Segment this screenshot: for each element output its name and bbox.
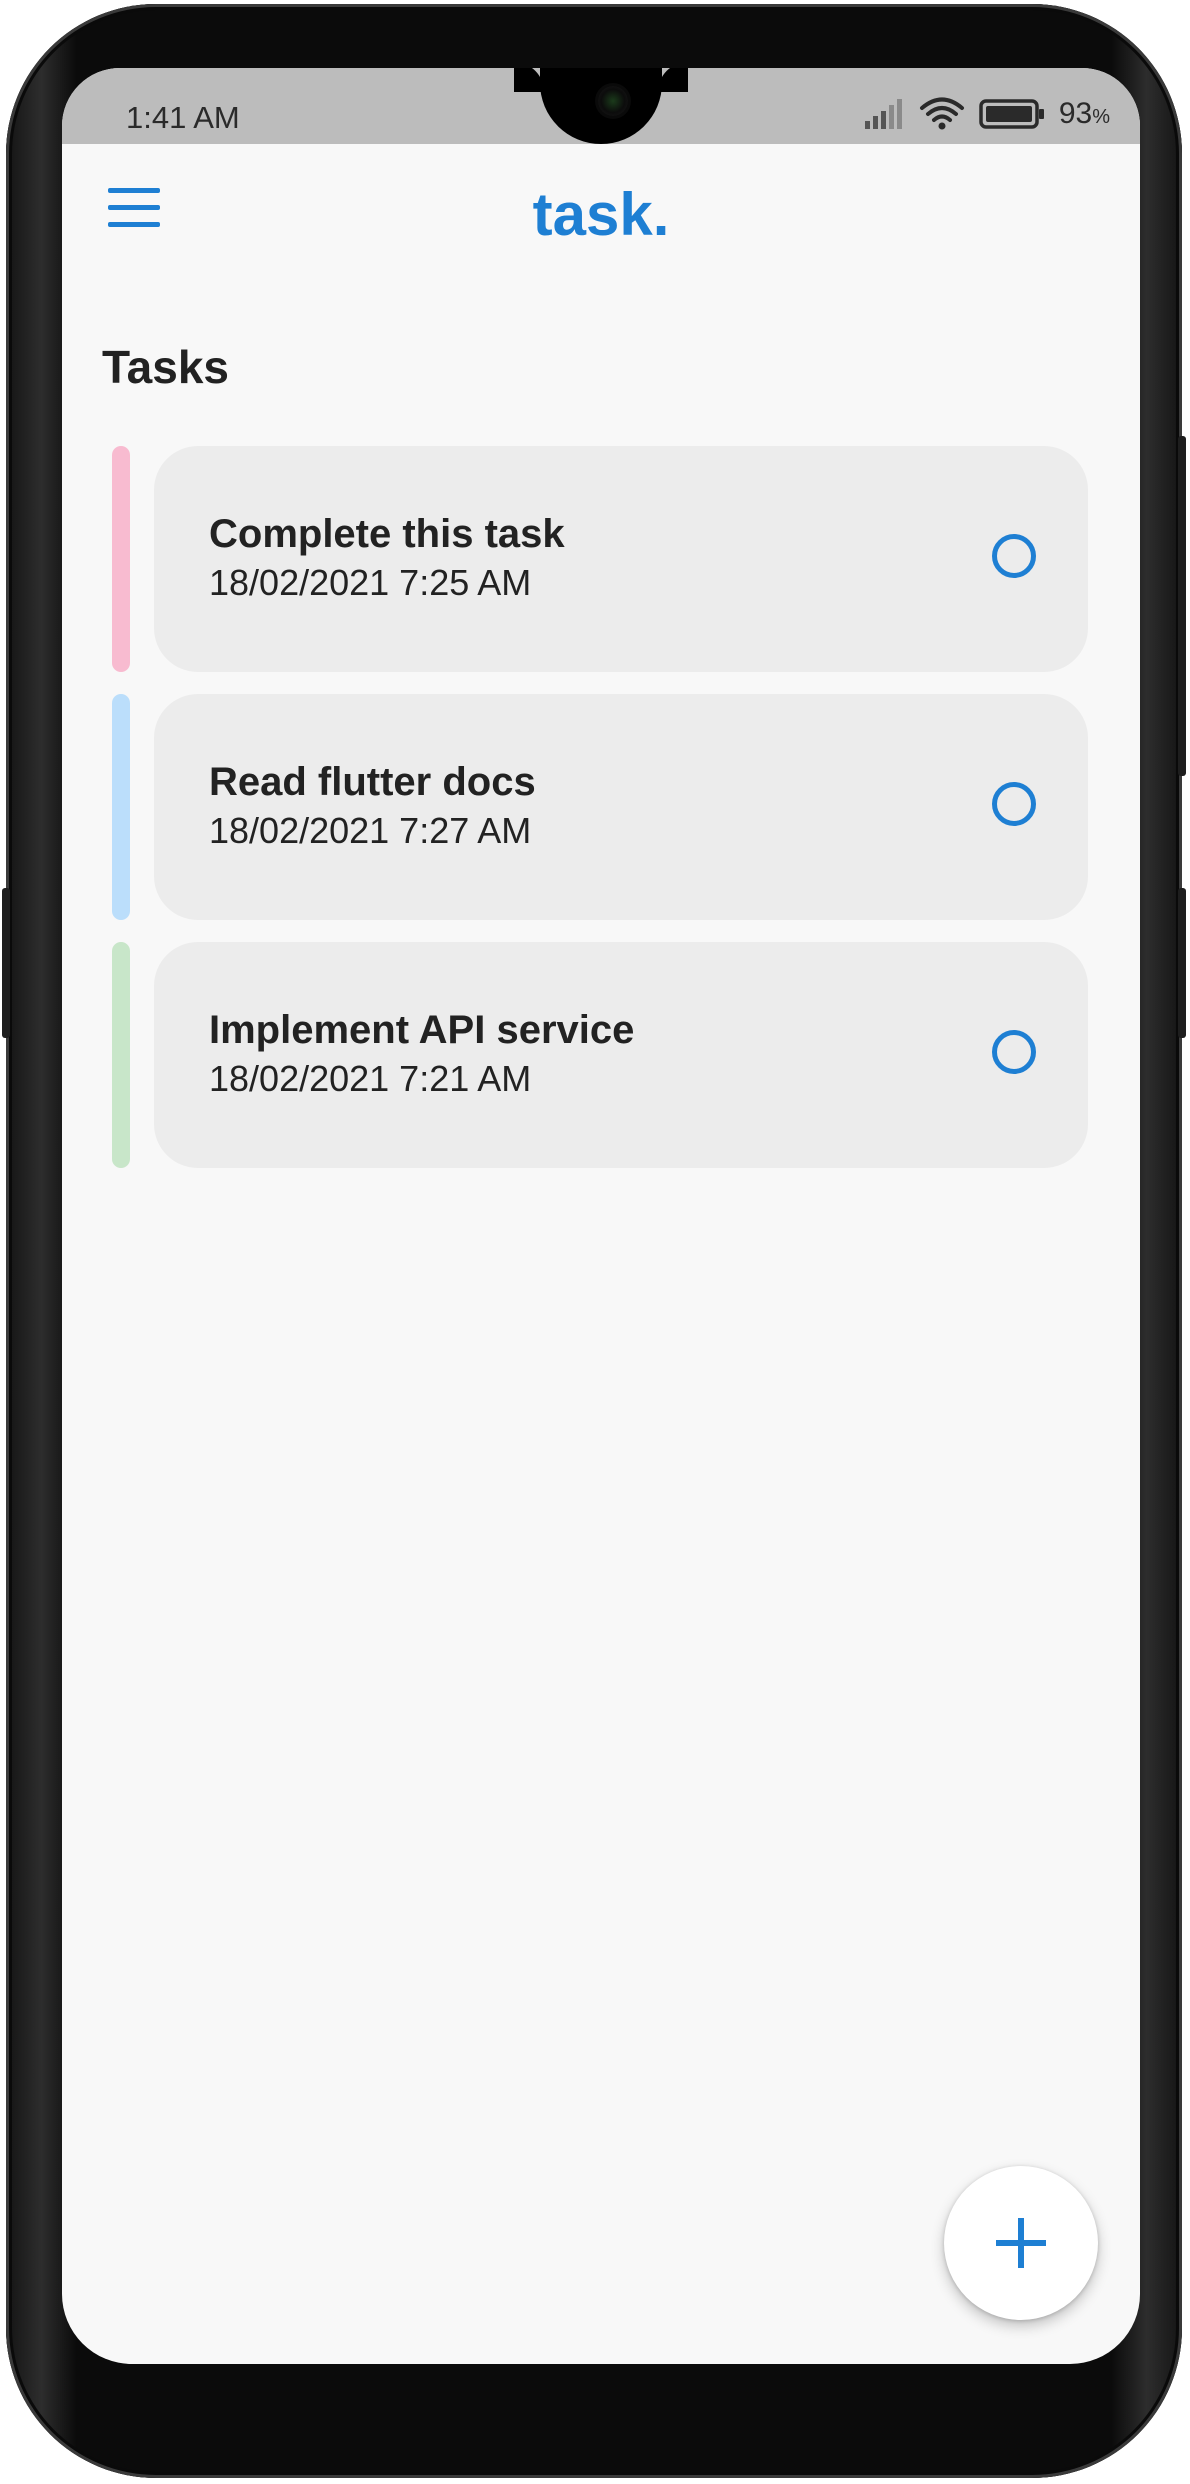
task-datetime: 18/02/2021 7:25 AM: [209, 562, 532, 603]
signal-icon: [864, 99, 902, 129]
task-row: Read flutter docs 18/02/2021 7:27 AM: [62, 694, 1140, 920]
app-bar: task.: [62, 144, 1140, 274]
task-color-indicator: [112, 694, 130, 920]
battery-percent-unit: %: [1092, 106, 1110, 128]
app-logo: task.: [532, 181, 670, 248]
plus-icon: [996, 2218, 1046, 2268]
wifi-icon: [919, 97, 964, 130]
task-datetime: 18/02/2021 7:27 AM: [209, 810, 532, 851]
notch-edge: [658, 68, 688, 92]
task-complete-checkbox[interactable]: [992, 1030, 1036, 1074]
task-color-indicator: [112, 446, 130, 672]
task-row: Complete this task 18/02/2021 7:25 AM: [62, 446, 1140, 672]
task-card[interactable]: Read flutter docs 18/02/2021 7:27 AM: [154, 694, 1088, 920]
task-card[interactable]: Complete this task 18/02/2021 7:25 AM: [154, 446, 1088, 672]
status-bar: 1:41 AM 93%: [62, 68, 1140, 144]
status-indicators: 93%: [863, 94, 1110, 134]
page-title: Tasks: [102, 341, 230, 393]
task-title: Complete this task: [209, 512, 565, 556]
task-datetime: 18/02/2021 7:21 AM: [209, 1058, 532, 1099]
battery-percentage: 93%: [1059, 97, 1110, 131]
task-row: Implement API service 18/02/2021 7:21 AM: [62, 942, 1140, 1168]
task-card[interactable]: Implement API service 18/02/2021 7:21 AM: [154, 942, 1088, 1168]
app-screen: 1:41 AM 93% task. Tasks Complete this ta…: [62, 68, 1140, 2364]
task-complete-checkbox[interactable]: [992, 534, 1036, 578]
battery-icon: [979, 99, 1044, 129]
phone-side-button: [1178, 436, 1186, 776]
front-camera: [598, 86, 628, 116]
task-title: Read flutter docs: [209, 760, 536, 804]
task-complete-checkbox[interactable]: [992, 782, 1036, 826]
phone-frame: 1:41 AM 93% task. Tasks Complete this ta…: [2, 4, 1186, 2478]
task-color-indicator: [112, 942, 130, 1168]
battery-percent-value: 93: [1058, 97, 1093, 130]
add-task-button[interactable]: [944, 2166, 1098, 2320]
task-title: Implement API service: [209, 1008, 635, 1052]
phone-side-button: [2, 888, 10, 1038]
phone-side-button: [1178, 888, 1186, 1038]
status-time: 1:41 AM: [126, 100, 240, 135]
